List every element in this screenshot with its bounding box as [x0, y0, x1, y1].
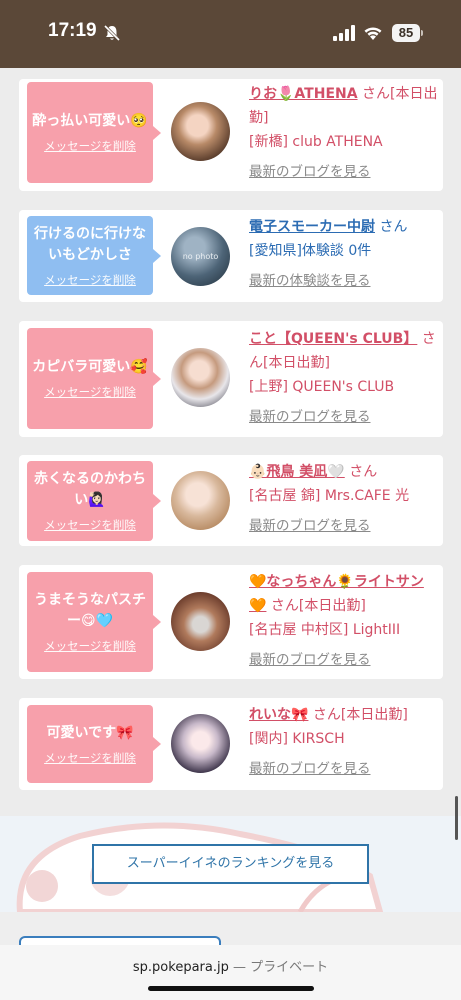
cast-info: れいな🎀 さん[本日出勤] [関内] KIRSCH 最新のブログを見る — [249, 703, 441, 781]
ranking-button[interactable]: スーパーイイネのランキングを見る — [92, 844, 369, 884]
message-text: 可愛いです🎀 — [46, 724, 134, 741]
latest-blog-link[interactable]: 最新のブログを見る — [249, 757, 441, 781]
latest-review-link[interactable]: 最新の体験談を見る — [249, 269, 441, 293]
battery-tip — [421, 30, 423, 36]
latest-blog-link[interactable]: 最新のブログを見る — [249, 160, 441, 184]
cast-name-link[interactable]: 電子スモーカー中尉 — [249, 219, 375, 235]
url-display[interactable]: sp.pokepara.jp — プライベート — [0, 956, 461, 975]
cast-name-link[interactable]: りお🌷ATHENA — [249, 86, 358, 102]
cast-info: 🧡なっちゃん🌻ライトサン🧡 さん[本日出勤] [名古屋 中村区] LightII… — [249, 570, 441, 672]
delete-message-link[interactable]: メッセージを削除 — [44, 517, 136, 533]
list-item: 赤くなるのかわちい🙋🏻‍♀️ メッセージを削除 👶🏻飛鳥 美凪🤍 さん [名古屋… — [19, 455, 443, 546]
shop-name: [名古屋 中村区] LightIII — [249, 622, 401, 638]
cast-status: さん[本日出勤] — [312, 707, 408, 723]
cellular-signal-icon — [333, 25, 355, 41]
latest-blog-link[interactable]: 最新のブログを見る — [249, 405, 441, 429]
cast-status: さん — [349, 464, 378, 480]
delete-message-link[interactable]: メッセージを削除 — [44, 384, 136, 400]
avatar[interactable]: no photo — [171, 227, 230, 286]
cast-info: こと【QUEEN's CLUB】 さん[本日出勤] [上野] QUEEN's C… — [249, 327, 441, 429]
shop-name: [関内] KIRSCH — [249, 731, 345, 747]
message-text: カピバラ可愛い🥰 — [32, 359, 148, 375]
list-item: カピバラ可愛い🥰 メッセージを削除 こと【QUEEN's CLUB】 さん[本日… — [19, 321, 443, 437]
list-item: 可愛いです🎀 メッセージを削除 れいな🎀 さん[本日出勤] [関内] KIRSC… — [19, 698, 443, 790]
avatar[interactable] — [171, 714, 230, 773]
shop-name: [新橋] club ATHENA — [249, 134, 383, 150]
avatar[interactable] — [171, 471, 230, 530]
latest-blog-link[interactable]: 最新のブログを見る — [249, 648, 441, 672]
ranking-section: スーパーイイネのランキングを見る — [0, 816, 461, 912]
delete-message-link[interactable]: メッセージを削除 — [44, 272, 136, 288]
message-list: 酔っ払い可愛い🥺 メッセージを削除 りお🌷ATHENA さん[本日出勤] [新橋… — [0, 68, 461, 816]
shop-name: [上野] QUEEN's CLUB — [249, 379, 395, 395]
cast-name-link[interactable]: れいな🎀 — [249, 707, 308, 723]
message-text: うまそうなパスチー😋🩵 — [34, 592, 146, 629]
shop-name: [名古屋 錦] Mrs.CAFE 光 — [249, 488, 410, 504]
no-photo-label: no photo — [182, 252, 219, 261]
bell-muted-icon — [103, 24, 121, 42]
message-text: 酔っ払い可愛い🥺 — [32, 113, 148, 129]
avatar[interactable] — [171, 348, 230, 407]
message-bubble: 酔っ払い可愛い🥺 メッセージを削除 — [27, 82, 161, 183]
cast-status: さん — [379, 219, 408, 235]
list-item: うまそうなパスチー😋🩵 メッセージを削除 🧡なっちゃん🌻ライトサン🧡 さん[本日… — [19, 565, 443, 679]
cast-info: りお🌷ATHENA さん[本日出勤] [新橋] club ATHENA 最新のブ… — [249, 82, 441, 184]
delete-message-link[interactable]: メッセージを削除 — [44, 138, 136, 154]
message-bubble: 可愛いです🎀 メッセージを削除 — [27, 705, 161, 783]
list-item: 酔っ払い可愛い🥺 メッセージを削除 りお🌷ATHENA さん[本日出勤] [新橋… — [19, 79, 443, 191]
list-item: 行けるのに行けないもどかしさ メッセージを削除 no photo 電子スモーカー… — [19, 210, 443, 302]
avatar[interactable] — [171, 102, 230, 161]
scrollbar[interactable] — [455, 796, 458, 840]
avatar[interactable] — [171, 592, 230, 651]
latest-blog-link[interactable]: 最新のブログを見る — [249, 514, 441, 538]
private-label: — プライベート — [228, 960, 329, 975]
cast-info: 電子スモーカー中尉 さん [愛知県]体験談 0件 最新の体験談を見る — [249, 215, 441, 293]
delete-message-link[interactable]: メッセージを削除 — [44, 638, 136, 654]
shop-name: [愛知県]体験談 0件 — [249, 243, 372, 259]
status-time: 17:19 — [48, 20, 97, 41]
message-bubble: 行けるのに行けないもどかしさ メッセージを削除 — [27, 216, 161, 295]
cast-status: さん[本日出勤] — [270, 598, 366, 614]
message-text: 赤くなるのかわちい🙋🏻‍♀️ — [34, 471, 146, 508]
cast-info: 👶🏻飛鳥 美凪🤍 さん [名古屋 錦] Mrs.CAFE 光 最新のブログを見る — [249, 460, 441, 538]
message-bubble: カピバラ可愛い🥰 メッセージを削除 — [27, 328, 161, 429]
message-text: 行けるのに行けないもどかしさ — [34, 225, 146, 263]
message-bubble: うまそうなパスチー😋🩵 メッセージを削除 — [27, 572, 161, 672]
cast-name-link[interactable]: 👶🏻飛鳥 美凪🤍 — [249, 464, 345, 480]
cast-name-link[interactable]: こと【QUEEN's CLUB】 — [249, 331, 417, 347]
home-indicator[interactable] — [148, 986, 314, 991]
battery-indicator: 85 — [392, 24, 420, 42]
message-bubble: 赤くなるのかわちい🙋🏻‍♀️ メッセージを削除 — [27, 461, 161, 541]
wifi-icon — [364, 27, 382, 40]
delete-message-link[interactable]: メッセージを削除 — [44, 750, 136, 766]
browser-address-bar[interactable]: sp.pokepara.jp — プライベート — [0, 945, 461, 1000]
url-domain: sp.pokepara.jp — [132, 960, 229, 975]
status-bar: 17:19 85 — [0, 0, 461, 68]
